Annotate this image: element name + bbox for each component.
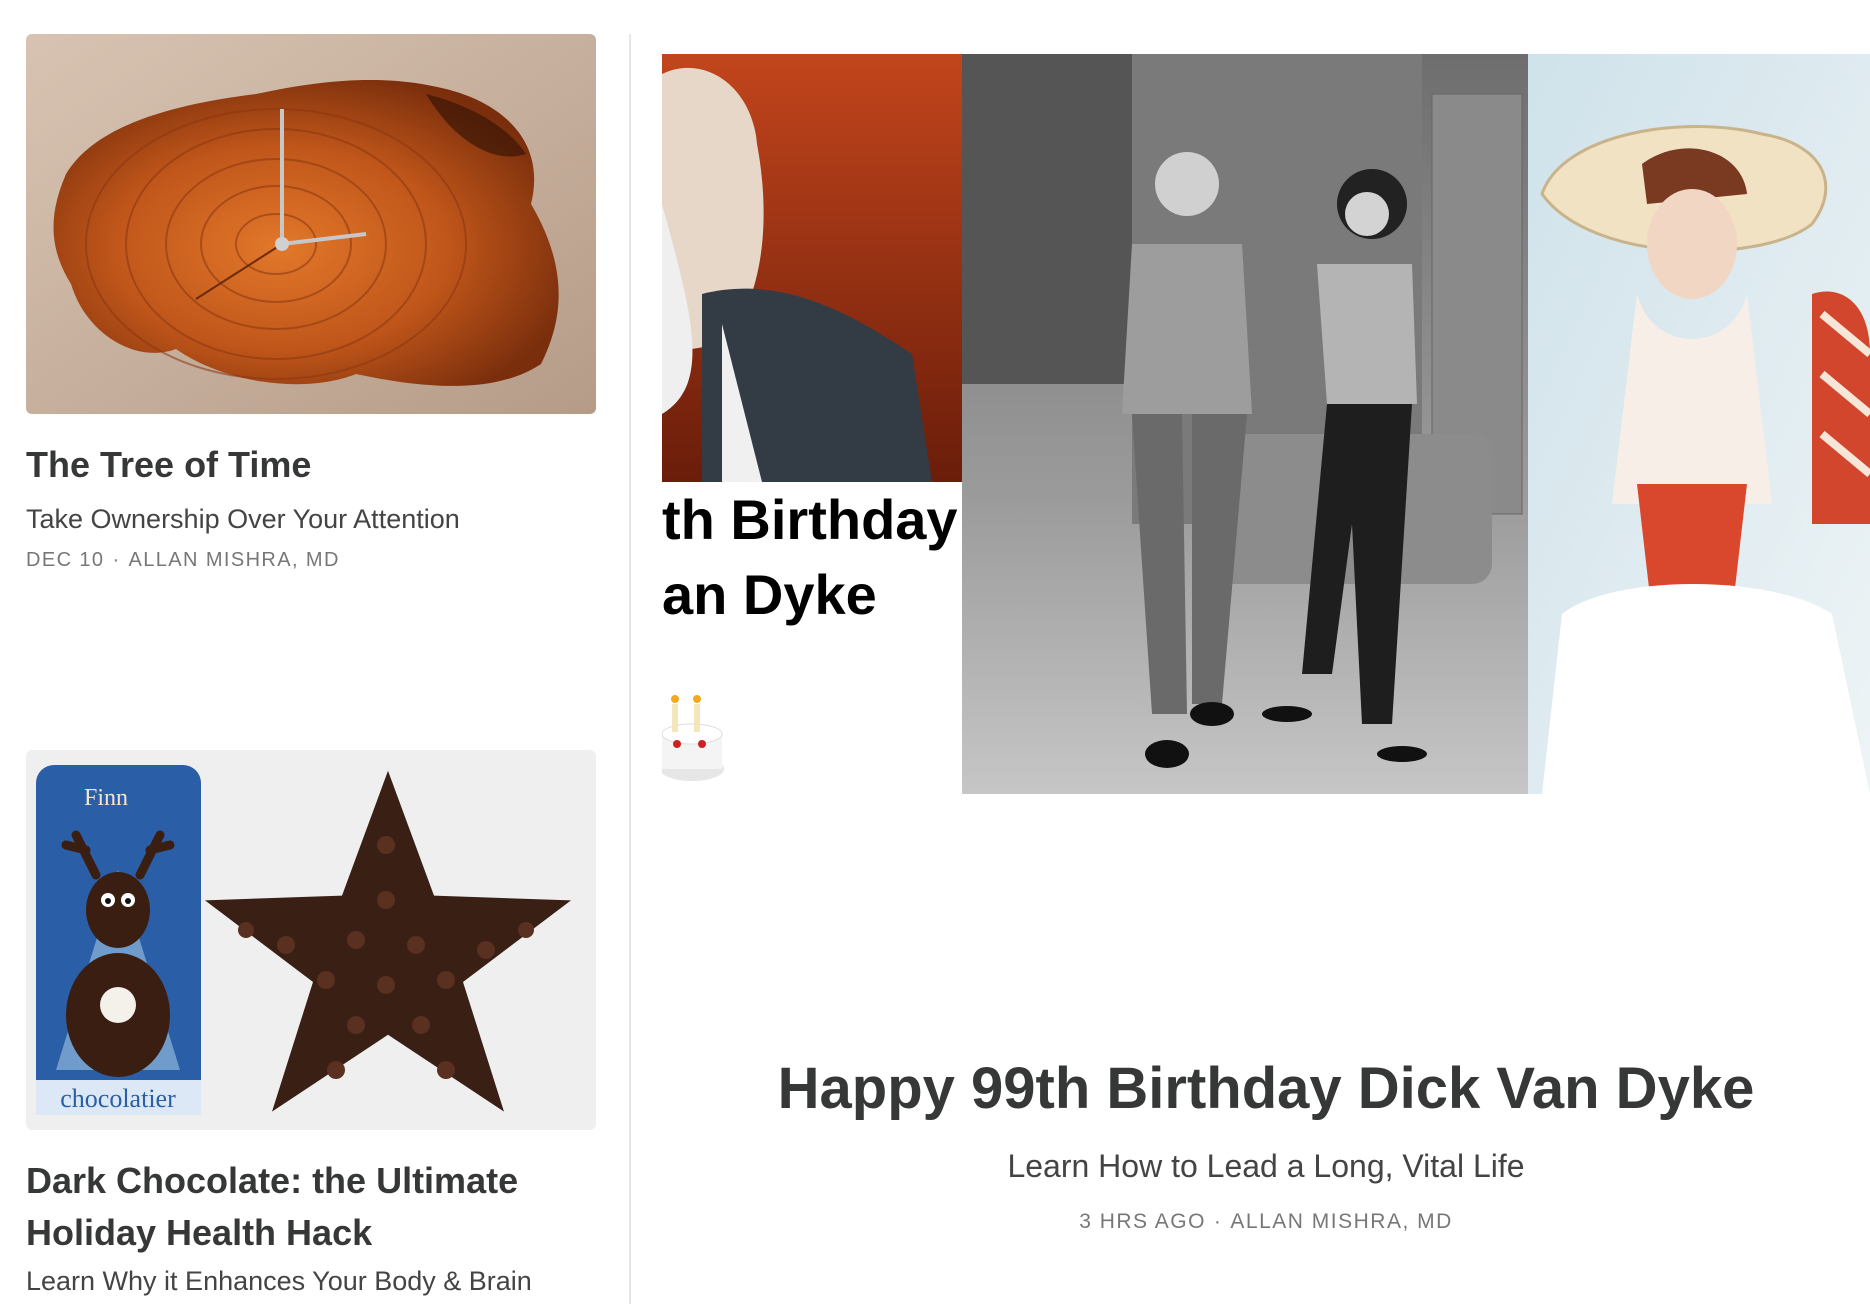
post-date: DEC 10 [26, 549, 105, 571]
meta-separator: · [112, 549, 121, 571]
post-meta: DEC 10 · ALLAN MISHRA, MD [26, 549, 598, 572]
featured-post-title[interactable]: Happy 99th Birthday Dick Van Dyke [662, 1054, 1870, 1124]
post-author[interactable]: ALLAN MISHRA, MD [129, 549, 340, 571]
post-title[interactable]: The Tree of Time [26, 439, 598, 491]
post-subtitle: Take Ownership Over Your Attention [26, 504, 460, 534]
featured-post-meta: 3 HRS AGO · ALLAN MISHRA, MD [662, 1210, 1870, 1234]
collage-image[interactable]: th Birthday an Dyke [662, 54, 1870, 794]
chocolate-image[interactable]: chocolatier Finn [26, 750, 596, 1130]
post-subtitle: Learn Why it Enhances Your Body & Brain [26, 1266, 532, 1296]
post-author[interactable]: ALLAN MISHRA, MD [1230, 1210, 1452, 1233]
finn-label: Finn [84, 785, 128, 811]
featured-post[interactable]: th Birthday an Dyke Happy 99th Birthday … [662, 54, 1870, 1304]
post-list: The Tree of Time Take Ownership Over You… [26, 0, 598, 1304]
featured-post-text: Happy 99th Birthday Dick Van Dyke Learn … [662, 1054, 1870, 1234]
post-card[interactable]: The Tree of Time Take Ownership Over You… [26, 34, 598, 572]
wood-clock-image[interactable] [26, 34, 596, 414]
post-date: 3 HRS AGO [1079, 1210, 1206, 1233]
post-title[interactable]: Dark Chocolate: the Ultimate Holiday Hea… [26, 1155, 598, 1259]
column-divider [629, 34, 631, 1304]
post-card[interactable]: chocolatier Finn Dark Chocolate: the Ult… [26, 750, 598, 1299]
page: The Tree of Time Take Ownership Over You… [0, 0, 1870, 1304]
collage-caption-line2: an Dyke [662, 563, 877, 626]
meta-separator: · [1213, 1210, 1223, 1233]
featured-post-subtitle: Learn How to Lead a Long, Vital Life [1007, 1148, 1525, 1184]
chocolatier-label: chocolatier [60, 1084, 176, 1113]
collage-caption-line1: th Birthday [662, 488, 958, 551]
